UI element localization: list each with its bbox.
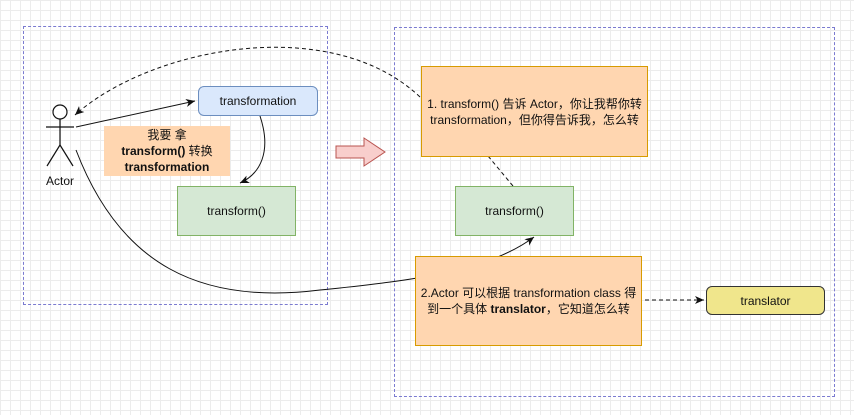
arrow-transformation-to-transform xyxy=(239,115,266,184)
actor-figure[interactable] xyxy=(46,104,74,167)
callout-2-line-1: 2.Actor 可以根据 transformation class 得 xyxy=(420,286,637,300)
callout-2-text-c: ，它知道怎么转 xyxy=(545,302,630,316)
note-line-2: transform() 转换 xyxy=(121,143,212,159)
note-line-1: 我要 拿 xyxy=(147,128,187,142)
actor-label: Actor xyxy=(46,174,75,188)
callout-2-line-2: 到一个具体 translator，它知道怎么转 xyxy=(427,301,630,317)
note-transformation-text: transformation xyxy=(124,160,210,174)
callout-1[interactable]: 1. transform() 告诉 Actor，你让我帮你转 transform… xyxy=(421,66,648,157)
transform-box-right[interactable]: transform() xyxy=(455,186,574,236)
callout-2[interactable]: 2.Actor 可以根据 transformation class 得 到一个具… xyxy=(415,256,642,346)
transform-box-left[interactable]: transform() xyxy=(177,186,296,236)
callout-1-line-2: transformation，但你得告诉我，怎么转 xyxy=(430,112,639,127)
callout-2-translator-text: translator xyxy=(490,302,546,316)
arrow-actor-to-transformation xyxy=(75,99,196,128)
note-line-3: transformation xyxy=(125,159,210,175)
big-right-arrow xyxy=(335,137,386,167)
callout-2-text-a: 到一个具体 xyxy=(427,302,491,316)
note-box[interactable]: 我要 拿 transform() 转换 transformation xyxy=(104,126,230,176)
dashed-line-transform-to-callout1 xyxy=(487,155,514,187)
connectors xyxy=(46,46,704,304)
note-transform-text: transform() xyxy=(121,144,186,158)
transformation-box[interactable]: transformation xyxy=(198,86,318,116)
translator-box[interactable]: translator xyxy=(706,286,825,315)
callout-1-line-1: 1. transform() 告诉 Actor，你让我帮你转 xyxy=(427,96,642,111)
note-convert-text: 转换 xyxy=(185,144,213,158)
